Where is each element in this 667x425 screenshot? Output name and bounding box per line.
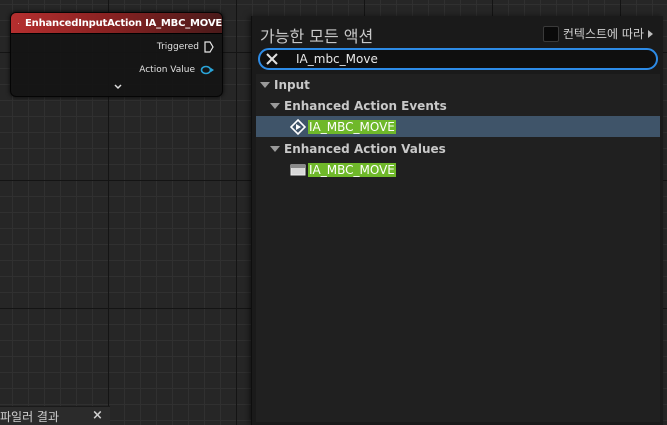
collapse-arrow-icon[interactable]	[270, 145, 280, 152]
context-sensitive-label: 컨텍스트에 따라	[562, 27, 644, 41]
expand-arrow-icon[interactable]	[113, 83, 123, 94]
node-header[interactable]: EnhancedInputAction IA_MBC_MOVE	[11, 13, 222, 34]
category-label: Enhanced Action Events	[284, 98, 447, 113]
context-sensitive-toggle[interactable]: 컨텍스트에 따라	[542, 25, 653, 42]
collapse-arrow-icon[interactable]	[260, 81, 270, 88]
category-label: Enhanced Action Values	[284, 141, 446, 156]
exec-pin-icon[interactable]	[204, 41, 214, 53]
value-getter-icon	[290, 164, 306, 175]
input-action-diamond-icon	[18, 22, 20, 24]
compiler-results-tab[interactable]: 파일러 결과 ×	[0, 406, 110, 425]
action-menu: 가능한 모든 액션 컨텍스트에 따라 Input Enhanced Action…	[251, 16, 663, 425]
action-value-pin-label: Action Value	[139, 65, 195, 75]
close-icon[interactable]	[265, 52, 279, 66]
category-label: Input	[274, 77, 310, 92]
collapse-arrow-icon[interactable]	[270, 102, 280, 109]
tree-category-enhanced-action-values[interactable]: Enhanced Action Values	[256, 138, 660, 159]
expand-right-icon[interactable]	[648, 29, 653, 38]
triggered-pin-label: Triggered	[156, 42, 199, 52]
context-sensitive-checkbox[interactable]	[542, 25, 559, 42]
item-label: IA_MBC_MOVE	[308, 119, 396, 134]
action-tree: Input Enhanced Action Events IA_MBC_MOVE…	[256, 74, 660, 422]
item-label: IA_MBC_MOVE	[308, 162, 396, 177]
close-tab-icon[interactable]: ×	[92, 408, 103, 423]
value-pin-icon[interactable]	[200, 65, 214, 75]
tree-item-value-ia-mbc-move[interactable]: IA_MBC_MOVE	[256, 159, 660, 180]
event-diamond-icon	[290, 118, 306, 135]
enhanced-input-action-node[interactable]: EnhancedInputAction IA_MBC_MOVE Triggere…	[10, 12, 223, 97]
node-title: EnhancedInputAction IA_MBC_MOVE	[25, 17, 222, 29]
search-box[interactable]	[258, 48, 658, 70]
tree-category-enhanced-action-events[interactable]: Enhanced Action Events	[256, 95, 660, 116]
tree-category-input[interactable]: Input	[256, 74, 660, 95]
menu-title: 가능한 모든 액션	[260, 27, 374, 46]
search-input[interactable]	[296, 52, 626, 66]
tree-item-event-ia-mbc-move[interactable]: IA_MBC_MOVE	[256, 116, 660, 137]
triggered-pin[interactable]: Triggered	[157, 41, 214, 53]
action-value-pin[interactable]: Action Value	[139, 65, 214, 75]
compiler-results-tab-label: 파일러 결과	[0, 409, 60, 424]
